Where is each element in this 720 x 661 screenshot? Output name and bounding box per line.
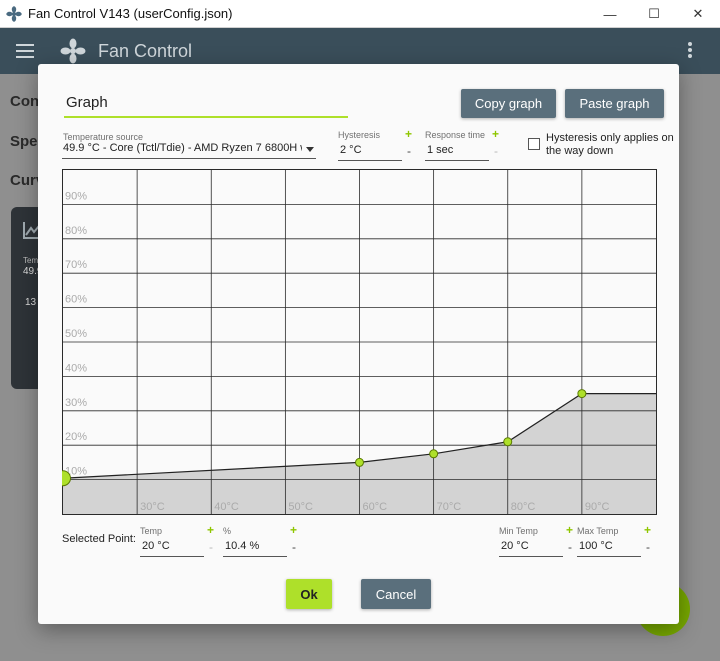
y-tick-label: 50% xyxy=(65,328,87,340)
temp-plus-button[interactable]: + xyxy=(207,523,214,537)
ok-button[interactable]: Ok xyxy=(286,579,332,609)
x-tick-label: 70°C xyxy=(437,501,462,513)
window-title: Fan Control V143 (userConfig.json) xyxy=(28,6,233,21)
response-time-field[interactable]: 1 sec xyxy=(425,144,489,161)
dropdown-arrow-icon xyxy=(306,147,314,152)
minimize-button[interactable]: — xyxy=(588,0,632,28)
window-title-bar: Fan Control V143 (userConfig.json) — ☐ ✕ xyxy=(0,0,720,28)
graph-name-input[interactable]: Graph xyxy=(64,92,348,118)
maximize-button[interactable]: ☐ xyxy=(632,0,676,28)
percent-plus-button[interactable]: + xyxy=(290,523,297,537)
copy-graph-button[interactable]: Copy graph xyxy=(461,89,556,118)
app-title: Fan Control xyxy=(98,41,193,61)
max-temp-minus-button[interactable]: - xyxy=(646,540,650,554)
max-temp-field[interactable]: 100 °C xyxy=(577,540,641,557)
x-tick-label: 30°C xyxy=(140,501,165,513)
selected-percent-field[interactable]: 10.4 % xyxy=(223,540,287,557)
x-tick-label: 60°C xyxy=(363,501,388,513)
fan-app-icon xyxy=(6,5,22,22)
percent-label: % xyxy=(223,526,232,536)
x-tick-label: 80°C xyxy=(511,501,536,513)
y-tick-label: 30% xyxy=(65,397,87,409)
paste-graph-button[interactable]: Paste graph xyxy=(565,89,664,118)
response-time-label: Response time xyxy=(425,130,486,140)
hysteresis-plus-button[interactable]: + xyxy=(405,127,412,141)
min-temp-label: Min Temp xyxy=(499,526,538,536)
temp-minus-button[interactable]: - xyxy=(209,540,213,554)
bg-card-text: 13 xyxy=(25,297,37,308)
curve-point[interactable] xyxy=(577,389,587,399)
hysteresis-field[interactable]: 2 °C xyxy=(338,144,402,161)
curve-point[interactable] xyxy=(503,437,513,447)
response-time-minus-button[interactable]: - xyxy=(494,144,498,158)
temperature-source-value: 49.9 °C - Core (Tctl/Tdie) - AMD Ryzen 7… xyxy=(63,142,302,154)
max-temp-label: Max Temp xyxy=(577,526,619,536)
curve-point[interactable] xyxy=(429,449,439,459)
graph-editor-dialog: Graph Copy graph Paste graph Temperature… xyxy=(38,64,679,624)
hamburger-menu-icon[interactable] xyxy=(16,44,34,58)
fan-curve-chart[interactable]: 10%20%30%40%50%60%70%80%90%30°C 40°C 50°C 6… xyxy=(62,169,657,515)
temperature-source-label: Temperature source xyxy=(63,132,144,142)
x-tick-label: 40°C xyxy=(214,501,239,513)
percent-minus-button[interactable]: - xyxy=(292,540,296,554)
y-tick-label: 40% xyxy=(65,362,87,374)
max-temp-plus-button[interactable]: + xyxy=(644,523,651,537)
temperature-source-select[interactable]: 49.9 °C - Core (Tctl/Tdie) - AMD Ryzen 7… xyxy=(62,142,316,159)
x-tick-label: 90°C xyxy=(585,501,610,513)
bg-card-text: Tem xyxy=(23,256,39,265)
y-tick-label: 80% xyxy=(65,225,87,237)
hysteresis-minus-button[interactable]: - xyxy=(407,144,411,158)
min-temp-minus-button[interactable]: - xyxy=(568,540,572,554)
more-options-icon[interactable] xyxy=(688,42,692,60)
min-temp-field[interactable]: 20 °C xyxy=(499,540,563,557)
temp-label: Temp xyxy=(140,526,163,536)
cancel-button[interactable]: Cancel xyxy=(361,579,431,609)
response-time-plus-button[interactable]: + xyxy=(492,127,499,141)
close-button[interactable]: ✕ xyxy=(676,0,720,28)
hysteresis-label: Hysteresis xyxy=(338,130,381,140)
min-temp-plus-button[interactable]: + xyxy=(566,523,573,537)
hysteresis-way-down-label[interactable]: Hysteresis only applies on the way down xyxy=(546,132,676,158)
y-tick-label: 70% xyxy=(65,259,87,271)
y-tick-label: 20% xyxy=(65,431,87,443)
y-tick-label: 60% xyxy=(65,294,87,306)
y-tick-label: 90% xyxy=(65,190,87,202)
selected-point-label: Selected Point: xyxy=(62,533,136,545)
selected-temp-field[interactable]: 20 °C xyxy=(140,540,204,557)
hysteresis-way-down-checkbox[interactable] xyxy=(528,138,540,150)
x-tick-label: 50°C xyxy=(288,501,313,513)
fan-logo-icon xyxy=(60,38,86,64)
curve-point[interactable] xyxy=(355,457,364,467)
